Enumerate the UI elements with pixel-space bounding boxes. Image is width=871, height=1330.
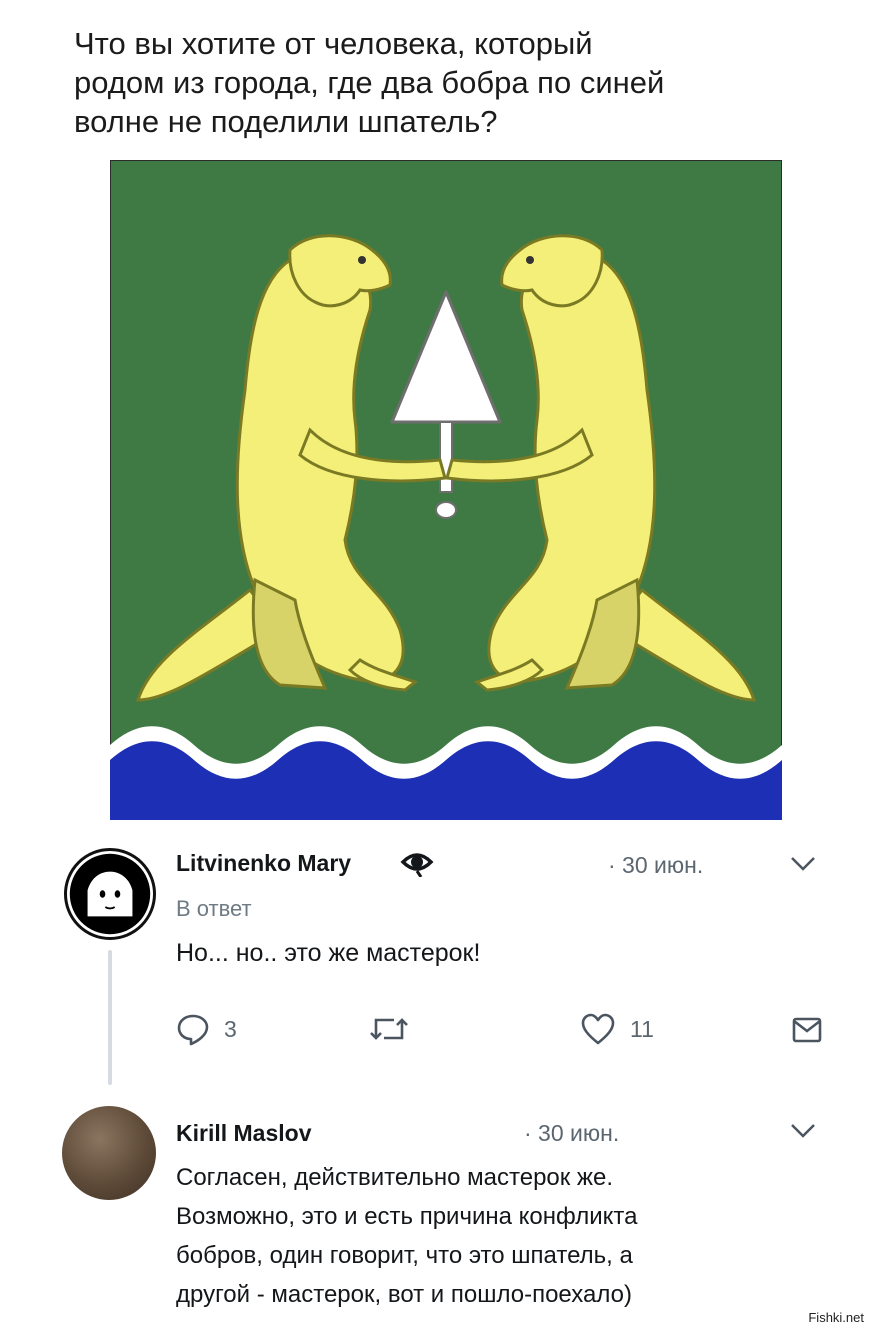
retweet-icon: [370, 1018, 408, 1040]
reply-button[interactable]: 3: [176, 1012, 237, 1046]
tweet-date: · 30 июн.: [524, 1120, 620, 1146]
reply-to-label: В ответ: [176, 896, 252, 921]
avatar[interactable]: [64, 848, 156, 940]
tweet-text: Согласен, действительно мастерок же. Воз…: [176, 1164, 638, 1308]
message-icon[interactable]: [792, 1016, 822, 1044]
tweet-text: Но... но.. это же мастерок!: [176, 939, 481, 967]
heart-icon: [581, 1013, 615, 1045]
retweet-button[interactable]: [368, 1014, 424, 1044]
post-text: Что вы хотите от человека, который родом…: [74, 26, 665, 139]
thread-line: [108, 950, 112, 1085]
reply-icon: [177, 1014, 209, 1046]
chevron-down-icon[interactable]: [790, 855, 816, 873]
chevron-down-icon[interactable]: [790, 1122, 816, 1140]
avatar[interactable]: [62, 1106, 156, 1200]
tweet-date: · 30 июн.: [608, 852, 704, 878]
like-button[interactable]: 11: [580, 1012, 654, 1046]
eye-icon: [400, 847, 434, 882]
reply-count: 3: [224, 1015, 237, 1042]
author-name[interactable]: Kirill Maslov: [176, 1120, 311, 1147]
author-name[interactable]: Litvinenko Mary: [176, 850, 351, 877]
like-count: 11: [630, 1015, 654, 1042]
watermark: Fishki.net: [805, 1309, 867, 1326]
coat-of-arms-image: [110, 160, 782, 820]
